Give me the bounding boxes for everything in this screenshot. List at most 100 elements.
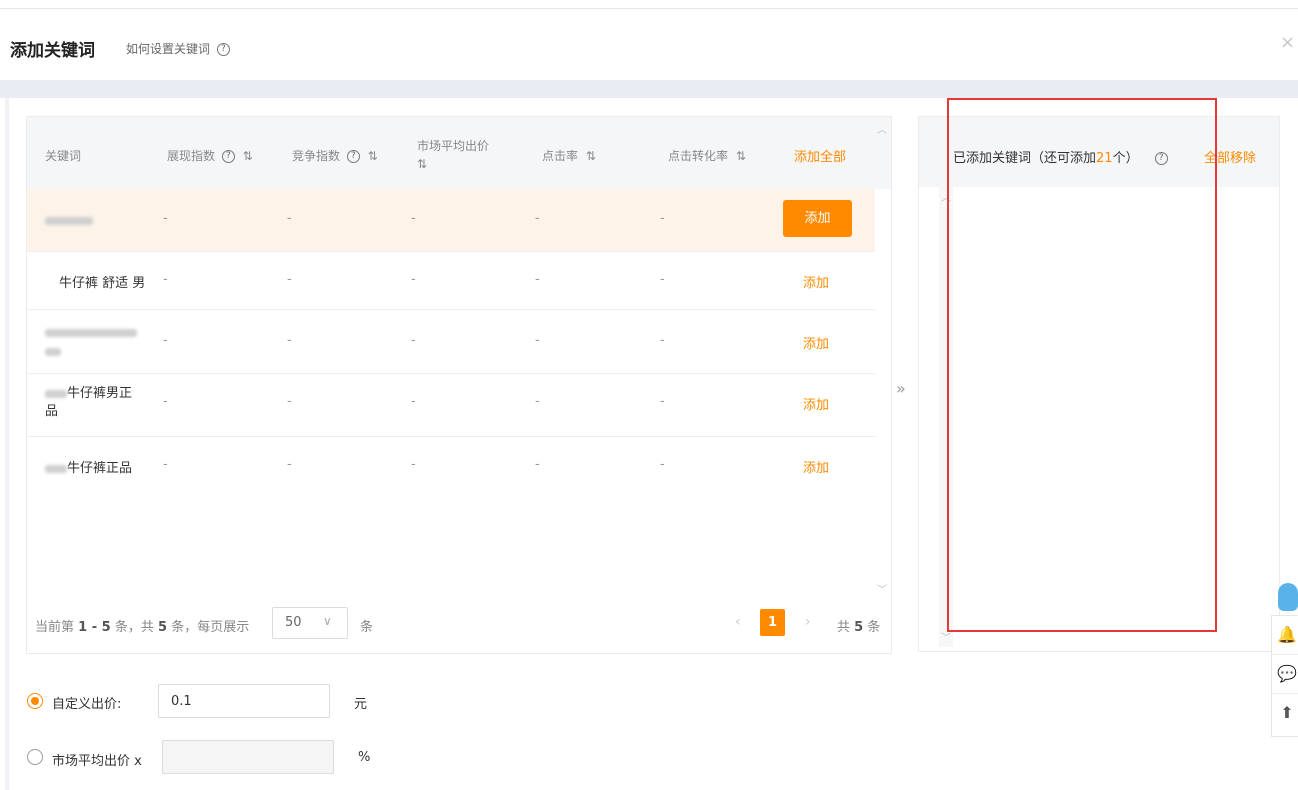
col-cvr-label: 点击转化率 [668,149,729,163]
cvr-value: - [660,394,665,409]
market-bid-radio[interactable] [27,749,43,765]
close-icon[interactable]: × [1280,32,1295,53]
blurred-keyword [45,464,67,473]
market-avg-bid-value: - [411,394,416,409]
competition-value: - [287,457,292,472]
table-row[interactable]: - - - - - 添加 [27,309,875,374]
sort-icon[interactable]: ⇅ [417,155,489,173]
top-divider [0,8,1298,9]
add-all-button[interactable]: 添加全部 [794,146,846,165]
question-icon: ? [216,43,230,56]
page-total-prefix: 共 [837,620,851,635]
page-size-unit: 条 [360,620,374,635]
custom-bid-input[interactable] [158,684,330,718]
annotation-highlight-box [947,98,1217,632]
table-row[interactable]: 牛仔裤正品 - - - - - 添加 [27,436,875,496]
cvr-value: - [660,333,665,348]
ctr-value: - [535,211,540,226]
chat-icon[interactable]: 💬 [1272,655,1298,694]
impression-value: - [163,272,168,287]
page-total-suffix: 条 [867,620,881,635]
competition-value: - [287,394,292,409]
custom-bid-radio[interactable] [27,693,43,709]
blurred-keyword [45,216,93,225]
keyword-cell [45,213,93,228]
left-rail [5,98,9,790]
page-number-current[interactable]: 1 [760,609,785,636]
impression-value: - [163,457,168,472]
mascot-icon[interactable] [1278,583,1298,611]
col-keyword: 关键词 [45,149,82,163]
question-icon: ? [221,150,235,163]
col-competition-label: 竞争指数 [292,149,341,163]
table-scrollbar[interactable]: ︿ ﹀ [875,117,889,597]
competition-value: - [287,333,292,348]
pagination-prefix: 当前第 [35,620,75,635]
competition-value: - [287,211,292,226]
section-band [0,80,1298,98]
table-row[interactable]: - - - - - 添加 [27,189,875,252]
question-icon: ? [346,150,360,163]
keyword-table: 关键词 展现指数 ? ⇅ 竞争指数 ? ⇅ 市场平均出价 ⇅ 点击率 ⇅ 点击转… [26,116,892,654]
cvr-value: - [660,272,665,287]
add-button[interactable]: 添加 [803,394,829,413]
prev-page-icon[interactable]: ‹ [735,614,741,630]
keyword-cell: 牛仔裤正品 [45,457,132,476]
dialog-title: 添加关键词 [10,41,95,61]
scroll-up-icon[interactable]: ︿ [875,121,889,136]
custom-bid-unit: 元 [354,697,368,712]
blurred-keyword [45,348,61,356]
pagination-total: 5 [158,620,168,635]
table-row[interactable]: 牛仔裤 舒适 男 - - - - - 添加 [27,251,875,310]
add-button[interactable]: 添加 [783,200,852,237]
sort-icon[interactable]: ⇅ [368,149,378,163]
pagination-mid: 条，共 [114,620,154,635]
col-impression-index[interactable]: 展现指数 ? ⇅ [167,147,253,164]
col-cvr[interactable]: 点击转化率 ⇅ [668,147,746,164]
impression-value: - [163,333,168,348]
back-to-top-icon[interactable]: ⬆ [1272,694,1298,732]
transfer-icon[interactable]: » [896,379,906,398]
col-market-avg-bid-label: 市场平均出价 [417,139,490,153]
sort-icon[interactable]: ⇅ [243,149,253,163]
market-avg-bid-value: - [411,272,416,287]
help-link[interactable]: 如何设置关键词 ? [126,40,230,57]
market-avg-bid-value: - [411,333,416,348]
market-bid-input[interactable] [162,740,334,774]
ctr-value: - [535,457,540,472]
keyword-cell: 牛仔裤男正 品 [45,385,132,421]
bell-icon[interactable]: 🔔 [1272,616,1298,655]
market-bid-label: 市场平均出价 x [52,754,142,769]
scroll-down-icon[interactable]: ﹀ [875,581,889,596]
blurred-keyword [45,389,67,398]
ctr-value: - [535,272,540,287]
page-size-select[interactable]: 50 ∨ [272,607,348,639]
cvr-value: - [660,211,665,226]
keyword-text: 牛仔裤正品 [67,461,133,476]
add-button[interactable]: 添加 [803,457,829,476]
impression-value: - [163,211,168,226]
help-link-label: 如何设置关键词 [126,42,211,56]
pagination-range: 1 - 5 [78,620,111,635]
keyword-text: 牛仔裤男正 [67,386,133,401]
add-button[interactable]: 添加 [803,272,829,291]
keyword-cell: 牛仔裤 舒适 男 [59,276,146,291]
add-button[interactable]: 添加 [803,333,829,352]
col-ctr[interactable]: 点击率 ⇅ [542,147,596,164]
next-page-icon[interactable]: › [805,614,811,630]
table-row[interactable]: 牛仔裤男正 品 - - - - - 添加 [27,373,875,437]
chevron-down-icon: ∨ [323,614,332,628]
sort-icon[interactable]: ⇅ [736,149,746,163]
sort-icon[interactable]: ⇅ [586,149,596,163]
col-market-avg-bid[interactable]: 市场平均出价 ⇅ [417,137,489,173]
table-header: 关键词 展现指数 ? ⇅ 竞争指数 ? ⇅ 市场平均出价 ⇅ 点击率 ⇅ 点击转… [27,117,891,189]
ctr-value: - [535,394,540,409]
competition-value: - [287,272,292,287]
page-size-value: 50 [285,615,302,630]
col-competition-index[interactable]: 竞争指数 ? ⇅ [292,147,378,164]
market-avg-bid-value: - [411,457,416,472]
col-impression-label: 展现指数 [167,149,216,163]
custom-bid-label: 自定义出价: [52,697,122,712]
pagination-info: 当前第 1 - 5 条，共 5 条，每页展示 [35,616,249,635]
floating-toolbar: 🔔 💬 ⬆ [1271,615,1298,737]
